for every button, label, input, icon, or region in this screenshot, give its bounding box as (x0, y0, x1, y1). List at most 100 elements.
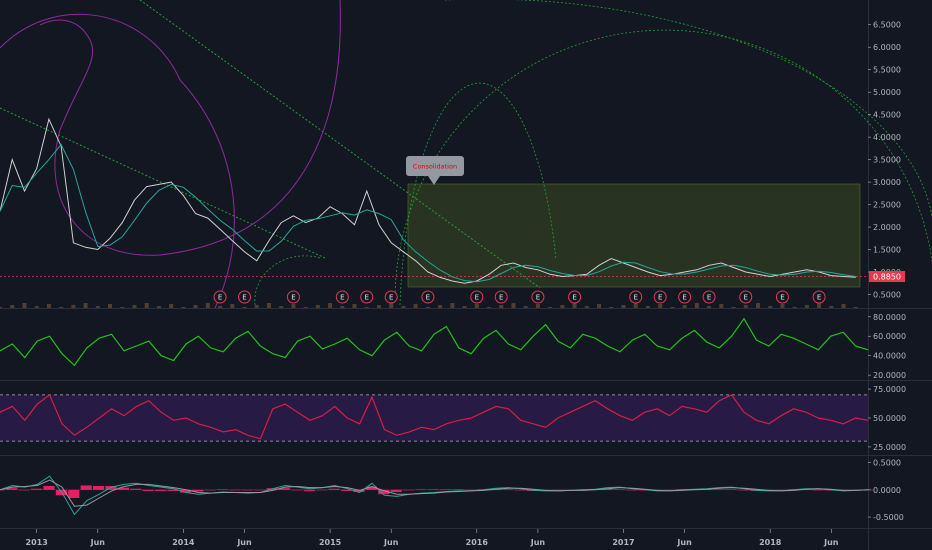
callout-label: Consolidation (413, 163, 457, 171)
price-axis-tick-label: 0.5000 (873, 291, 901, 300)
last-price-label: 0.8850 (869, 271, 905, 282)
macd-histogram-bar (254, 489, 266, 491)
earnings-marker-label: E (780, 294, 784, 302)
macd-histogram-bar (31, 488, 43, 490)
volume-bar (572, 303, 577, 308)
time-axis-tick-label: Jun (823, 538, 839, 547)
rsi-axis-tick-label: 75.0000 (873, 385, 906, 394)
volume-bar (853, 307, 858, 308)
volume-bar (144, 303, 149, 308)
macd-histogram-bar (204, 489, 216, 491)
macd-histogram-bar (241, 489, 253, 491)
earnings-marker-label: E (426, 294, 430, 302)
volume-bar (633, 303, 638, 308)
volume-bar (511, 303, 516, 308)
volume-bar (804, 305, 809, 308)
volume-bar (425, 307, 430, 308)
rsi-pane (0, 393, 869, 442)
volume-bar (584, 306, 589, 308)
volume-bar (682, 305, 687, 308)
volume-bar (181, 307, 186, 308)
earnings-marker-label: E (340, 294, 344, 302)
macd-histogram-bar (713, 489, 725, 490)
volume-bar (658, 304, 663, 308)
earnings-marker-label: E (218, 294, 222, 302)
rsi-axis-tick-label: 50.0000 (873, 414, 906, 423)
price-axis-tick-label: 4.0000 (873, 133, 901, 142)
time-axis-tick-label: Jun (90, 538, 106, 547)
earnings-marker-label: E (242, 294, 246, 302)
macd-histogram-bar (18, 489, 30, 491)
macd-histogram-bar (452, 489, 464, 490)
volume-bar (792, 307, 797, 308)
volume-bar (132, 305, 137, 308)
macd-histogram-bar (130, 488, 142, 490)
macd-histogram-bar (43, 486, 55, 490)
volume-bar (707, 306, 712, 308)
macd-histogram-bar (737, 489, 749, 491)
price-axis-tick-label: 1.5000 (873, 246, 901, 255)
volume-bar (279, 306, 284, 308)
macd-histogram-bar (415, 489, 427, 490)
volume-bar (609, 307, 614, 308)
macd-histogram-bar (68, 489, 80, 498)
macd-histogram-bar (80, 485, 92, 490)
volume-bar (389, 303, 394, 308)
volume-bar (352, 304, 357, 308)
last-price-text: 0.8850 (873, 273, 901, 282)
oscillator-axis-tick-label: 80.0000 (873, 313, 906, 322)
volume-bar (376, 305, 381, 308)
macd-histogram-bar (217, 489, 229, 490)
volume-bar (328, 303, 333, 308)
price-axis-tick-label: 2.5000 (873, 201, 901, 210)
price-axis-tick-label: 3.5000 (873, 156, 901, 165)
volume-bar (645, 306, 650, 308)
earnings-marker-label: E (475, 294, 479, 302)
macd-histogram-bar (613, 489, 625, 490)
time-axis-tick-label: 2015 (319, 538, 342, 547)
volume-bar (694, 303, 699, 308)
macd-histogram-bar (502, 489, 514, 490)
time-axis-tick-label: Jun (530, 538, 546, 547)
earnings-marker-label: E (682, 294, 686, 302)
volume-bar (169, 304, 174, 308)
volume-bar (364, 307, 369, 308)
volume-bar (340, 306, 345, 308)
time-axis-tick-label: 2014 (172, 538, 195, 547)
earnings-marker-label: E (817, 294, 821, 302)
macd-histogram-bar (514, 489, 526, 491)
volume-bar (401, 306, 406, 308)
price-axis-tick-label: 5.0000 (873, 88, 901, 97)
earnings-marker-label: E (365, 294, 369, 302)
price-axis-tick-label: 2.0000 (873, 223, 901, 232)
volume-bar (817, 303, 822, 308)
consolidation-zone[interactable] (407, 183, 861, 288)
volume-bar (621, 305, 626, 308)
volume-bar (780, 304, 785, 308)
volume-bar (755, 303, 760, 308)
time-axis-tick-label: Jun (676, 538, 692, 547)
earnings-marker-label: E (389, 294, 393, 302)
earnings-marker-label: E (633, 294, 637, 302)
volume-bar (548, 307, 553, 308)
volume-bar (450, 303, 455, 308)
volume-bar (59, 307, 64, 308)
price-axis-tick-label: 3.0000 (873, 178, 901, 187)
macd-histogram-bar (93, 486, 105, 490)
macd-histogram-bar (155, 489, 167, 491)
volume-bar (499, 305, 504, 308)
price-axis-tick-label: 6.0000 (873, 43, 901, 52)
time-axis-tick-label: 2013 (26, 538, 48, 547)
volume-bar (315, 305, 320, 308)
volume-bar (474, 304, 479, 308)
macd-histogram-bar (626, 489, 638, 491)
macd-axis-tick-label: 0.5000 (873, 459, 901, 468)
volume-bar (193, 305, 198, 308)
chart-area[interactable]: EEEEEEEEEEEEEEEEEE 0.50001.00001.50002.0… (0, 0, 932, 550)
volume-bar (254, 305, 259, 308)
volume-bar (108, 304, 113, 308)
volume-bar (266, 303, 271, 308)
volume-bar (46, 304, 51, 308)
volume-bar (438, 305, 443, 308)
volume-bar (743, 305, 748, 308)
